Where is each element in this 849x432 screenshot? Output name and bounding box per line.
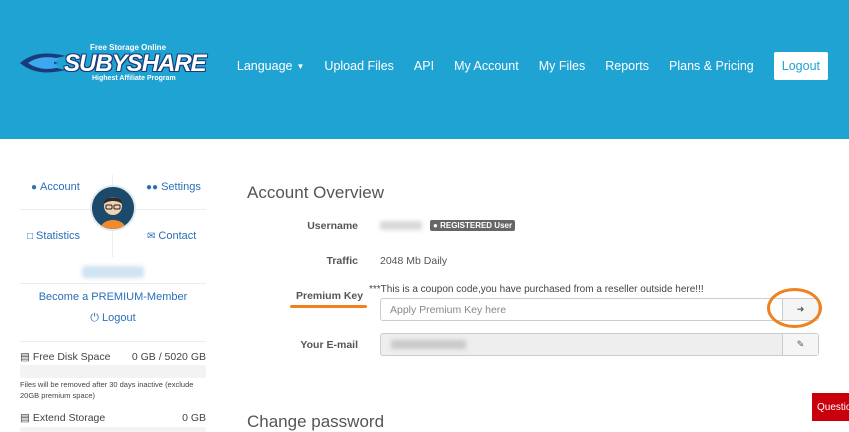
envelope-icon: ✉ bbox=[147, 231, 156, 242]
sidebar-logout-label: Logout bbox=[102, 312, 136, 324]
free-disk-label-text: Free Disk Space bbox=[32, 351, 111, 363]
sidebar-username-redacted bbox=[82, 266, 144, 278]
chart-area-icon: □ bbox=[27, 231, 34, 242]
disk-removal-note: Files will be removed after 30 days inac… bbox=[20, 380, 194, 400]
premium-key-input[interactable] bbox=[381, 299, 783, 320]
premium-key-label: Premium Key bbox=[296, 290, 364, 302]
nav-language-label: Language bbox=[236, 59, 293, 73]
sidebar-link-statistics-label: Statistics bbox=[36, 230, 81, 242]
sidebar-divider-mid bbox=[20, 283, 206, 284]
main-nav: Language ▼ Upload Files API My Account My… bbox=[217, 52, 828, 80]
users-icon: ●● bbox=[146, 182, 159, 193]
traffic-label: Traffic bbox=[326, 255, 358, 267]
nav-language[interactable]: Language ▼ bbox=[237, 59, 305, 73]
sidebar-logout-link[interactable]: ⏻ Logout bbox=[20, 312, 206, 325]
email-group: ✎ bbox=[380, 333, 819, 356]
account-sidebar: ● Account ●● Settings □ Statistics ✉ Contact… bbox=[20, 175, 206, 432]
status-badge: ● REGISTERED User bbox=[430, 220, 516, 231]
hdd-icon: ▤ bbox=[20, 351, 30, 363]
sidebar-link-settings[interactable]: ●● Settings bbox=[146, 181, 201, 193]
extend-storage-label: ▤ Extend Storage bbox=[20, 412, 105, 424]
nav-plans-pricing[interactable]: Plans & Pricing bbox=[669, 59, 754, 73]
avatar[interactable] bbox=[90, 185, 136, 231]
email-value-redacted bbox=[391, 340, 466, 349]
premium-key-group: ➜ bbox=[380, 298, 819, 321]
sidebar-link-settings-label: Settings bbox=[161, 181, 201, 193]
free-disk-label: ▤ Free Disk Space bbox=[20, 351, 110, 363]
free-disk-progress bbox=[20, 365, 206, 378]
account-overview-title: Account Overview bbox=[247, 183, 384, 202]
email-label: Your E-mail bbox=[300, 339, 358, 351]
nav-my-account[interactable]: My Account bbox=[454, 59, 519, 73]
caret-down-icon: ▼ bbox=[296, 62, 305, 72]
coupon-note: ***This is a coupon code,you have purcha… bbox=[369, 284, 704, 295]
edit-email-button[interactable]: ✎ bbox=[782, 334, 818, 355]
logo-tagline-bottom: Highest Affiliate Program bbox=[92, 75, 176, 82]
nav-reports[interactable]: Reports bbox=[605, 59, 649, 73]
logo-wordmark: SUBYSHARE bbox=[64, 50, 207, 77]
nav-my-files[interactable]: My Files bbox=[539, 59, 586, 73]
questions-tab[interactable]: Questions bbox=[812, 393, 849, 421]
nav-upload-files[interactable]: Upload Files bbox=[324, 59, 393, 73]
user-icon: ● bbox=[433, 221, 438, 230]
sidebar-link-statistics[interactable]: □ Statistics bbox=[27, 230, 80, 242]
avatar-person-icon bbox=[92, 187, 134, 229]
site-logo[interactable]: Free Storage Online SUBYSHARE Highest Af… bbox=[18, 40, 207, 86]
user-icon: ● bbox=[31, 182, 38, 193]
logout-button[interactable]: Logout bbox=[773, 52, 828, 80]
extend-storage-label-text: Extend Storage bbox=[32, 412, 106, 424]
sidebar-link-contact-label: Contact bbox=[158, 230, 197, 242]
premium-key-underline bbox=[290, 305, 367, 308]
extend-storage-value: 0 GB bbox=[182, 412, 206, 424]
extend-storage-progress bbox=[20, 427, 206, 432]
nav-api[interactable]: API bbox=[414, 59, 434, 73]
highlight-circle bbox=[767, 288, 822, 328]
hdd-icon: ▤ bbox=[20, 412, 30, 424]
sidebar-link-contact[interactable]: ✉ Contact bbox=[147, 230, 196, 242]
edit-icon: ✎ bbox=[796, 339, 805, 349]
username-value-redacted bbox=[380, 221, 422, 230]
site-header: Free Storage Online SUBYSHARE Highest Af… bbox=[0, 0, 849, 139]
sidebar-link-account-label: Account bbox=[40, 181, 80, 193]
status-badge-label: REGISTERED User bbox=[440, 221, 513, 230]
sidebar-divider-bottom bbox=[20, 341, 206, 342]
free-disk-value: 0 GB / 5020 GB bbox=[131, 351, 206, 363]
change-password-title: Change password bbox=[247, 412, 385, 431]
become-premium-link[interactable]: Become a PREMIUM-Member bbox=[20, 291, 206, 303]
sidebar-link-account[interactable]: ● Account bbox=[31, 181, 80, 193]
power-icon: ⏻ bbox=[90, 312, 99, 324]
username-label: Username bbox=[307, 220, 358, 232]
traffic-value: 2048 Mb Daily bbox=[380, 255, 448, 267]
